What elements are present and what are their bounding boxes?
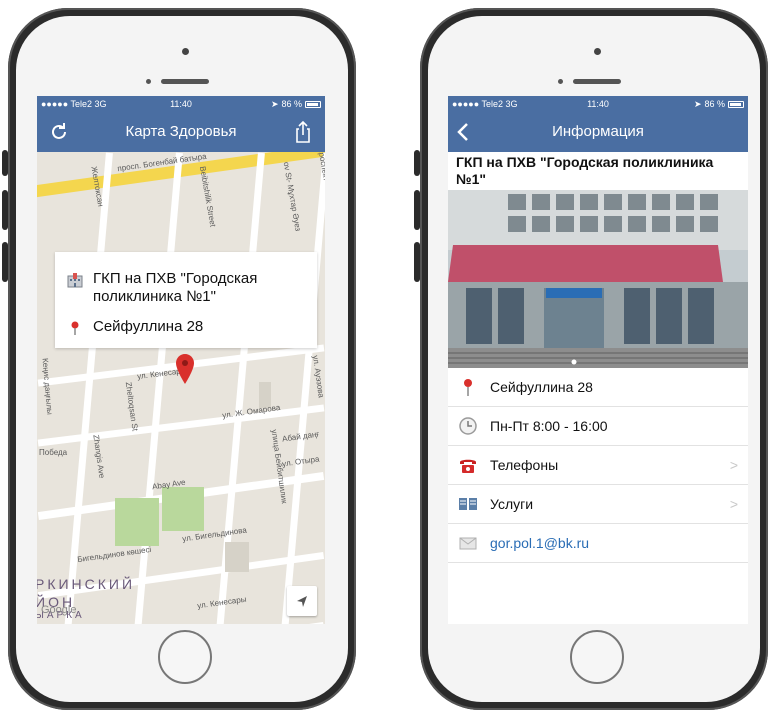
map-street-label: ov St- Мұхтар Әуез: [281, 161, 303, 232]
map-marker-icon[interactable]: [176, 354, 194, 384]
card-address-row: Сейфуллина 28: [67, 318, 203, 336]
card-place-name: ГКП на ПХВ "Городская поликлиника №1": [93, 270, 258, 305]
right-screen: ●●●●● Tele2 3G 11:40 ➤ 86 % Информация Г…: [448, 96, 748, 624]
list-item-phones[interactable]: Телефоны >: [448, 446, 748, 485]
location-pin-icon: [464, 379, 472, 396]
book-icon: [459, 498, 477, 510]
place-info-card[interactable]: ГКП на ПХВ "Городская поликлиника №1" Се…: [55, 252, 317, 348]
locate-me-button[interactable]: [287, 586, 317, 616]
list-item-email[interactable]: gor.pol.1@bk.ru: [448, 524, 748, 563]
location-arrow-icon: [297, 596, 307, 607]
share-icon[interactable]: [291, 120, 315, 144]
place-photo[interactable]: [448, 190, 748, 368]
list-item-services[interactable]: Услуги >: [448, 485, 748, 524]
status-bar: ●●●●● Tele2 3G 11:40 ➤ 86 %: [37, 96, 325, 112]
right-phone-speaker: [573, 79, 621, 84]
google-attribution: Google: [41, 604, 77, 616]
map-street-label: Beibitshilik Street: [197, 165, 218, 228]
list-item-label: Телефоны: [490, 457, 559, 473]
left-phone-home-button[interactable]: [158, 630, 212, 684]
map-street-label: Кеңис даңғылы: [40, 357, 55, 416]
status-right: ➤ 86 %: [271, 99, 321, 110]
nav-bar: Карта Здоровья: [37, 112, 325, 152]
card-name-row: ГКП на ПХВ "Городская поликлиника №1": [67, 270, 303, 306]
map-street-label: Победа: [39, 448, 68, 457]
left-phone-camera: [182, 48, 189, 55]
map-street-label: проспект: [316, 152, 325, 182]
left-phone-sensor: [146, 79, 151, 84]
telephone-icon: [460, 459, 476, 473]
building-photo-illustration: [448, 190, 748, 368]
email-link[interactable]: gor.pol.1@bk.ru: [490, 535, 589, 551]
card-address: Сейфуллина 28: [93, 318, 204, 335]
map-park: [162, 487, 204, 531]
map-district-label: РКИНСКИЙ: [37, 576, 136, 592]
battery-icon: [305, 100, 321, 108]
battery-icon: [728, 100, 744, 108]
chevron-right-icon: >: [729, 457, 738, 473]
status-right: ➤ 86 %: [694, 99, 744, 110]
map-building: [225, 542, 249, 572]
location-arrow-icon: ➤: [693, 98, 702, 109]
left-phone-speaker: [161, 79, 209, 84]
status-bar: ●●●●● Tele2 3G 11:40 ➤ 86 %: [448, 96, 748, 112]
location-pin-icon: [71, 321, 79, 335]
chevron-right-icon: >: [729, 496, 738, 512]
map-park: [115, 498, 159, 546]
map-view[interactable]: просп. Богенбай батыра Желтоксан Beibits…: [37, 152, 325, 624]
nav-bar: Информация: [448, 112, 748, 152]
right-phone-home-button[interactable]: [570, 630, 624, 684]
right-phone-camera: [594, 48, 601, 55]
list-item-label: Пн-Пт 8:00 - 16:00: [490, 418, 608, 434]
map-street-label: Zheltoqsan St: [123, 381, 140, 432]
left-screen: ●●●●● Tele2 3G 11:40 ➤ 86 % Карта Здоров…: [37, 96, 325, 624]
map-street-label: Zhangis Ave: [91, 434, 107, 479]
location-arrow-icon: ➤: [270, 98, 279, 109]
map-street-label: ул. Ауэзова: [310, 354, 325, 399]
battery-percent: 86 %: [704, 99, 725, 109]
battery-percent: 86 %: [281, 99, 302, 109]
nav-title: Информация: [552, 123, 644, 140]
place-title: ГКП на ПХВ "Городская поликлиника №1": [456, 154, 714, 187]
hospital-icon: [67, 273, 83, 288]
list-item-hours[interactable]: Пн-Пт 8:00 - 16:00: [448, 407, 748, 446]
clock-icon: [459, 417, 477, 435]
right-phone-sensor: [558, 79, 563, 84]
list-item-label: Услуги: [490, 496, 534, 512]
list-item-address[interactable]: Сейфуллина 28: [448, 368, 748, 407]
mail-icon: [459, 537, 477, 550]
nav-title: Карта Здоровья: [125, 123, 237, 140]
list-item-label: Сейфуллина 28: [490, 379, 593, 395]
